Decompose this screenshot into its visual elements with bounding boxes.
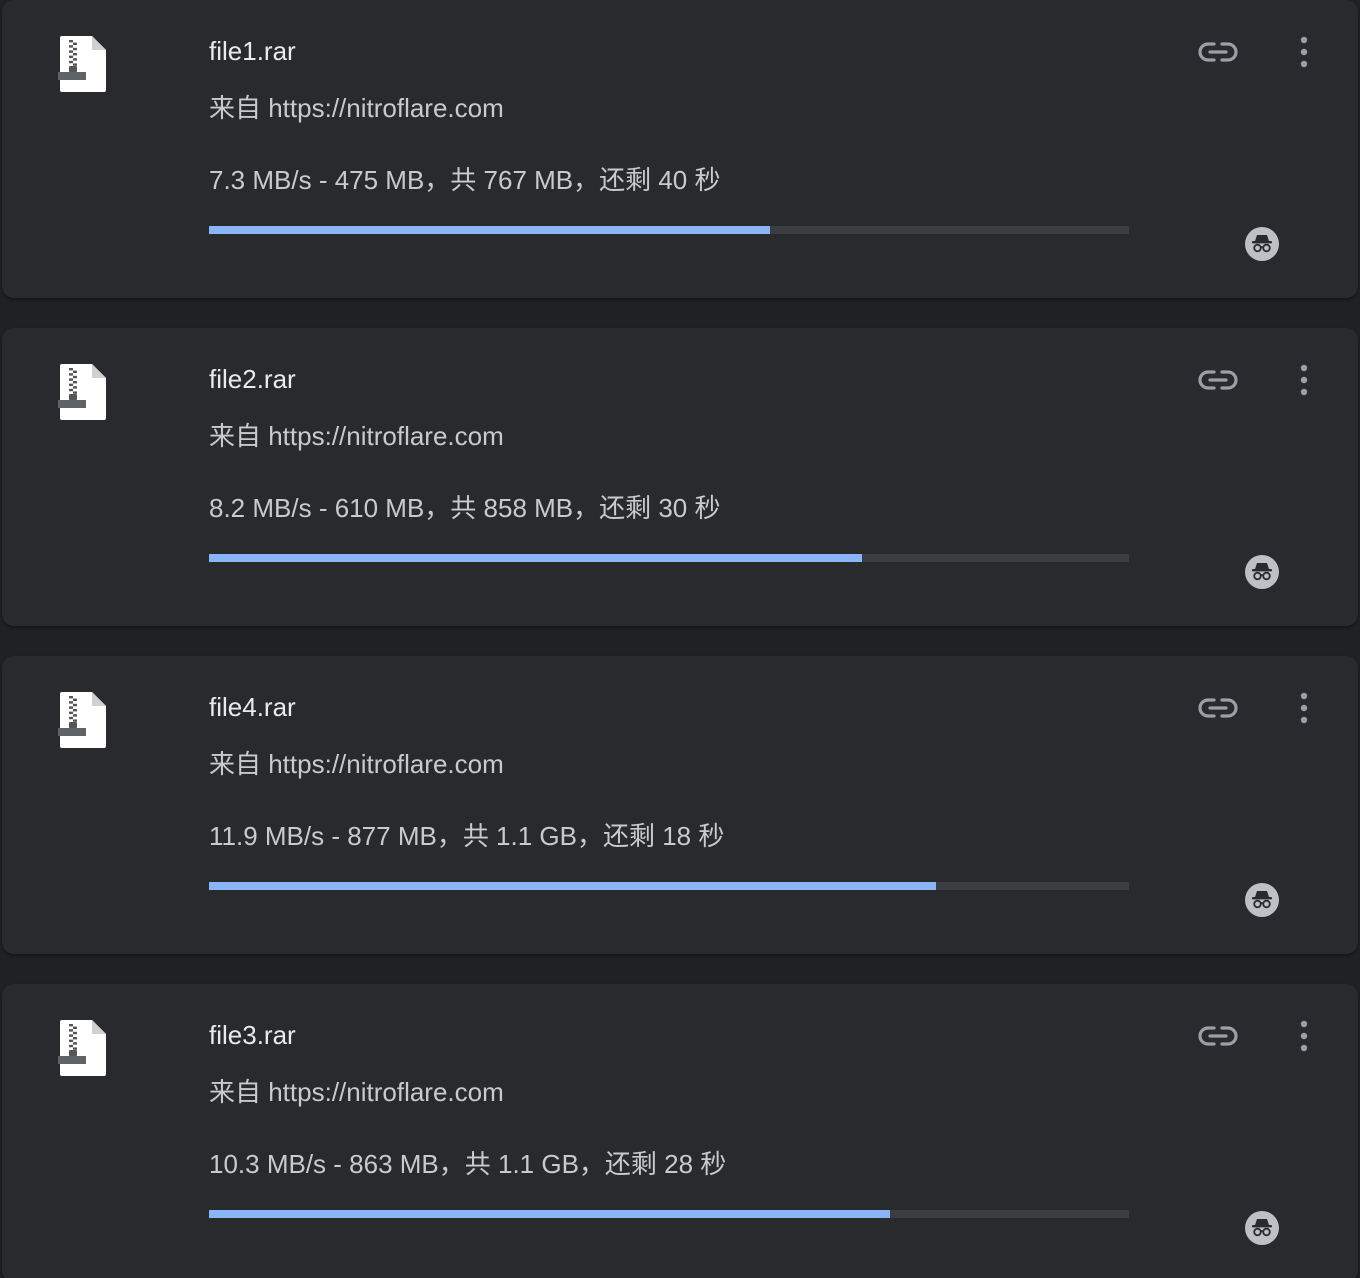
- archive-file-icon: [58, 364, 106, 420]
- more-vert-icon[interactable]: [1290, 1014, 1318, 1058]
- progress-bar: [209, 882, 1129, 890]
- incognito-icon: [1245, 1211, 1279, 1245]
- download-status: 7.3 MB/s - 475 MB，共 767 MB，还剩 40 秒: [209, 165, 721, 195]
- file-name[interactable]: file1.rar: [209, 36, 296, 67]
- progress-fill: [209, 1210, 890, 1218]
- download-item: file3.rar 来自 https://nitroflare.com 10.3…: [2, 984, 1358, 1278]
- link-icon[interactable]: [1196, 364, 1240, 396]
- file-name[interactable]: file2.rar: [209, 364, 296, 395]
- progress-bar: [209, 226, 1129, 234]
- link-icon[interactable]: [1196, 1020, 1240, 1052]
- progress-bar: [209, 1210, 1129, 1218]
- progress-fill: [209, 882, 936, 890]
- more-vert-icon[interactable]: [1290, 30, 1318, 74]
- downloads-list: file1.rar 来自 https://nitroflare.com 7.3 …: [0, 0, 1360, 1278]
- more-vert-icon[interactable]: [1290, 686, 1318, 730]
- progress-bar: [209, 554, 1129, 562]
- more-vert-icon[interactable]: [1290, 358, 1318, 402]
- download-item: file4.rar 来自 https://nitroflare.com 11.9…: [2, 656, 1358, 954]
- link-icon[interactable]: [1196, 692, 1240, 724]
- download-source: 来自 https://nitroflare.com: [209, 93, 504, 123]
- incognito-icon: [1245, 555, 1279, 589]
- progress-fill: [209, 226, 771, 234]
- download-status: 10.3 MB/s - 863 MB，共 1.1 GB，还剩 28 秒: [209, 1149, 727, 1179]
- download-status: 11.9 MB/s - 877 MB，共 1.1 GB，还剩 18 秒: [209, 821, 725, 851]
- incognito-icon: [1245, 883, 1279, 917]
- link-icon[interactable]: [1196, 36, 1240, 68]
- incognito-icon: [1245, 227, 1279, 261]
- file-name[interactable]: file3.rar: [209, 1020, 296, 1051]
- download-item: file1.rar 来自 https://nitroflare.com 7.3 …: [2, 0, 1358, 298]
- archive-file-icon: [58, 692, 106, 748]
- progress-fill: [209, 554, 863, 562]
- file-name[interactable]: file4.rar: [209, 692, 296, 723]
- download-item: file2.rar 来自 https://nitroflare.com 8.2 …: [2, 328, 1358, 626]
- download-status: 8.2 MB/s - 610 MB，共 858 MB，还剩 30 秒: [209, 493, 721, 523]
- archive-file-icon: [58, 1020, 106, 1076]
- download-source: 来自 https://nitroflare.com: [209, 1077, 504, 1107]
- download-source: 来自 https://nitroflare.com: [209, 749, 504, 779]
- download-source: 来自 https://nitroflare.com: [209, 421, 504, 451]
- archive-file-icon: [58, 36, 106, 92]
